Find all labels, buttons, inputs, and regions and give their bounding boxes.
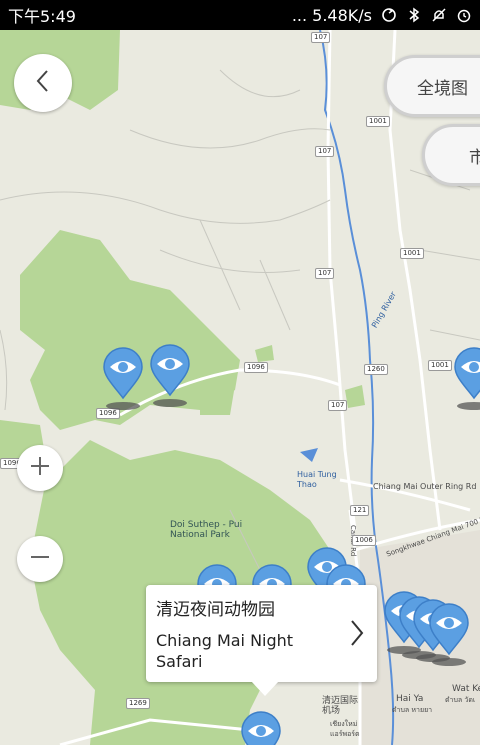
plus-icon bbox=[29, 455, 51, 481]
alarm-icon bbox=[456, 7, 472, 23]
road-label: Chiang Mai Outer Ring Rd bbox=[373, 482, 477, 491]
district-label: Hai Ya bbox=[396, 694, 424, 704]
minus-icon bbox=[29, 546, 51, 572]
zoom-out-button[interactable] bbox=[17, 536, 63, 582]
chevron-left-icon bbox=[33, 68, 53, 98]
callout-subtitle: Chiang Mai Night Safari bbox=[156, 631, 294, 671]
district-label: Wat Ke bbox=[452, 684, 480, 694]
mute-icon bbox=[431, 7, 447, 23]
eye-icon bbox=[241, 711, 281, 745]
district-thai-label: ตำบล หายยา bbox=[392, 706, 433, 714]
road-shield: 1096 bbox=[244, 362, 268, 373]
airport-label: 清迈国际 机场 bbox=[322, 696, 359, 716]
road-shield: 121 bbox=[350, 505, 370, 516]
app-screen: 下午5:49 ... 5.48K/s Doi Suthep - Pui Nati… bbox=[0, 0, 480, 745]
callout-title: 清迈夜间动物园 bbox=[156, 600, 275, 620]
status-time: 下午5:49 bbox=[8, 7, 76, 26]
road-shield: 1001 bbox=[400, 248, 424, 259]
road-shield: 1006 bbox=[352, 535, 376, 546]
road-shield: 107 bbox=[315, 268, 335, 279]
road-shield: 1001 bbox=[428, 360, 452, 371]
road-shield: 1260 bbox=[364, 364, 388, 375]
callout-pointer bbox=[251, 681, 279, 696]
bluetooth-icon bbox=[406, 7, 422, 23]
district-thai-label: ตำบล วัดเ bbox=[445, 696, 476, 704]
panorama-label: 全境图 bbox=[417, 78, 468, 99]
eye-icon bbox=[454, 347, 480, 410]
back-button[interactable] bbox=[14, 54, 72, 112]
park-label: Doi Suthep - Pui National Park bbox=[170, 520, 243, 540]
poi-callout[interactable]: 清迈夜间动物园 Chiang Mai Night Safari bbox=[146, 585, 377, 696]
chevron-right-icon[interactable] bbox=[349, 618, 365, 652]
eye-icon bbox=[103, 347, 143, 410]
map-pin[interactable] bbox=[240, 710, 282, 745]
city-button[interactable]: 市 bbox=[422, 124, 480, 186]
map-pin[interactable] bbox=[149, 343, 191, 407]
map-pin[interactable] bbox=[453, 346, 480, 410]
eye-icon bbox=[150, 344, 190, 407]
eye-icon bbox=[429, 603, 469, 666]
status-bar: 下午5:49 ... 5.48K/s bbox=[0, 0, 480, 30]
road-shield: 107 bbox=[328, 400, 348, 411]
reservoir-label: Huai Tung Thao bbox=[297, 470, 337, 489]
zoom-in-button[interactable] bbox=[17, 445, 63, 491]
road-shield: 107 bbox=[315, 146, 335, 157]
city-label: 市 bbox=[469, 147, 480, 168]
road-shield: 107 bbox=[311, 32, 331, 43]
map-pin[interactable] bbox=[428, 602, 470, 666]
road-shield: 1269 bbox=[126, 698, 150, 709]
airport-thai-label: เชียงใหม่ แอร์พอร์ต bbox=[330, 720, 360, 738]
panorama-button[interactable]: 全境图 bbox=[384, 55, 480, 117]
road-shield: 1001 bbox=[366, 116, 390, 127]
network-speed: ... 5.48K/s bbox=[291, 5, 372, 25]
sync-icon bbox=[381, 7, 397, 23]
map-pin[interactable] bbox=[102, 346, 144, 410]
